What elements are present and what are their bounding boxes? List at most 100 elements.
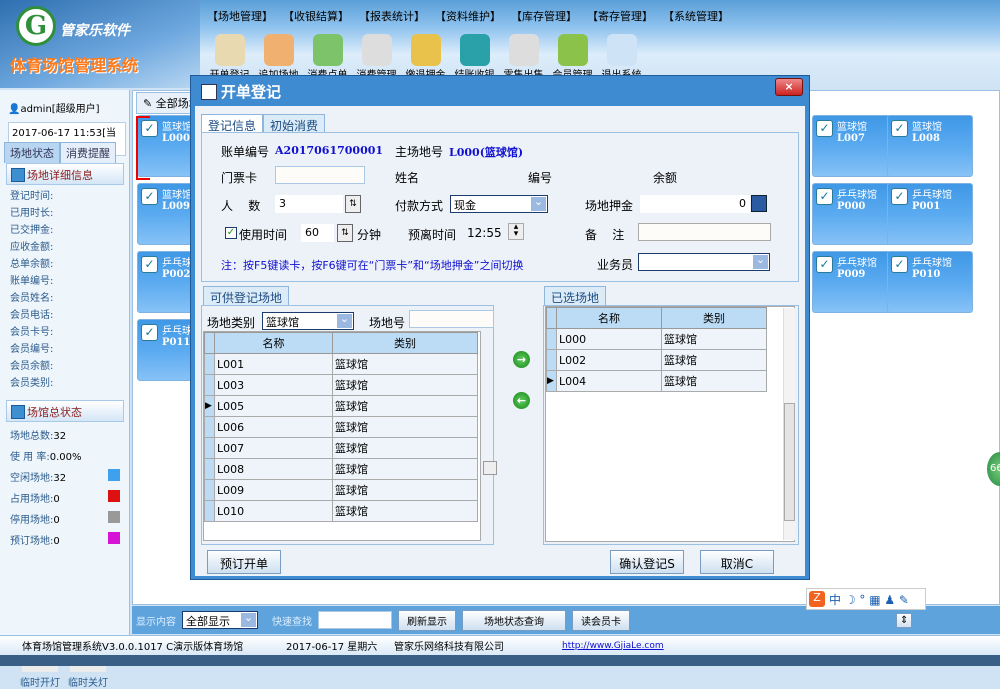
leave-time-spinner[interactable]: ▴ ▾ [508, 223, 524, 240]
column-header: 类别 [661, 307, 767, 329]
check-icon: ✓ [816, 256, 833, 273]
check-icon: ✓ [891, 256, 908, 273]
quick-search-input[interactable] [318, 611, 392, 629]
use-time-spinner[interactable]: ⇅ [337, 224, 353, 242]
toolbar-icon [557, 34, 588, 66]
website-link[interactable]: http://www.GjiaLe.com [562, 641, 664, 651]
menu-item[interactable]: 【系统管理】 [661, 8, 731, 24]
menu-item[interactable]: 【寄存管理】 [585, 8, 655, 24]
menu-item[interactable]: 【库存管理】 [509, 8, 579, 24]
toolbar-button[interactable]: 退出系统 [597, 34, 646, 81]
display-select[interactable]: 全部显示 [182, 611, 258, 629]
close-button[interactable]: × [775, 78, 803, 96]
selected-tile-marker [136, 116, 150, 180]
confirm-button[interactable]: 确认登记S [610, 550, 684, 574]
detail-field-label: 已用时长: [10, 208, 54, 219]
system-title: 体育场馆管理系统 [10, 56, 139, 75]
refresh-button[interactable]: 刷新显示 [398, 609, 456, 631]
field-tile[interactable]: ✓ 乒乓球馆 P000 [812, 183, 898, 245]
check-icon: ✓ [891, 188, 908, 205]
venue-stat: 停用场地:0 [10, 511, 120, 532]
calculator-icon[interactable] [751, 195, 767, 212]
table-row[interactable]: L000 篮球馆 [546, 328, 767, 350]
toolbar-icon [214, 34, 245, 66]
table-row[interactable]: L006 篮球馆 [204, 416, 478, 438]
field-type-select[interactable]: 篮球馆 [262, 312, 354, 330]
hotkey-note: 注：按F5键读卡，按F6键可在“门票卡”和“场地押金”之间切换 [221, 259, 524, 272]
field-tile[interactable]: ✓ 乒乓球馆 P010 [887, 251, 973, 313]
table-row[interactable]: ▶ L004 篮球馆 [546, 370, 767, 392]
detail-field-label: 已交押金: [10, 225, 54, 236]
payment-method-select[interactable]: 现金 [450, 195, 548, 213]
read-card-button[interactable]: 读会员卡 [572, 609, 630, 631]
menu-item[interactable]: 【收银结算】 [281, 8, 351, 24]
reserve-button[interactable]: 预订开单 [207, 550, 281, 574]
check-icon: ✓ [816, 188, 833, 205]
field-detail-header: 场地详细信息 [6, 163, 124, 185]
leave-time-value[interactable]: 12:55 [467, 226, 502, 240]
remark-input[interactable] [638, 223, 771, 241]
table-row[interactable]: L008 篮球馆 [204, 458, 478, 480]
people-count-input[interactable]: 3 [275, 195, 343, 213]
menu-item[interactable]: 【场地管理】 [205, 8, 275, 24]
toolbar-button[interactable]: 结账收银 [450, 34, 499, 81]
field-tile[interactable]: ✓ 篮球馆 L007 [812, 115, 898, 177]
selected-fields-grid[interactable]: 名称 类别 L000 篮球馆 L002 篮球馆 ▶ L004 篮球馆 [545, 306, 795, 542]
add-field-arrow-icon[interactable]: → [513, 351, 530, 368]
table-row[interactable]: L003 篮球馆 [204, 374, 478, 396]
venue-stat: 场地总数:32 [10, 431, 67, 442]
status-color-swatch [108, 511, 120, 523]
toolbar-button[interactable]: 追加场地 [254, 34, 303, 81]
menu-item[interactable]: 【资料维护】 [433, 8, 503, 24]
deposit-input[interactable]: 0 [640, 195, 750, 213]
toolbar-button[interactable]: 消费管理 [352, 34, 401, 81]
toolbar-icon [508, 34, 539, 66]
toolbar-button[interactable]: 零售出售 [499, 34, 548, 81]
ime-toolbar[interactable]: Z中 ☽ ° ▦ ♟ ✎ [806, 588, 926, 610]
use-time-checkbox[interactable]: ✓ [225, 227, 237, 239]
available-scrollbar[interactable] [483, 461, 497, 475]
venue-stat: 使 用 率:0.00% [10, 452, 82, 463]
ticket-card-input[interactable] [275, 166, 365, 184]
field-detail-list: 登记时间: 已用时长: 已交押金: 应收金额: 总单余额: 账单编号: 会员姓名: 会员电话:… [10, 188, 53, 392]
toolbar-button[interactable]: 消费点单 [303, 34, 352, 81]
use-time-input[interactable]: 60 [301, 224, 334, 242]
available-fields-grid[interactable]: 名称 类别 L001 篮球馆 L003 篮球馆 ▶ L005 篮球馆 L006 篮球馆 L007 篮球馆… [203, 331, 481, 541]
remove-field-arrow-icon[interactable]: ← [513, 392, 530, 409]
table-row[interactable]: ▶ L005 篮球馆 [204, 395, 478, 417]
taskbar [0, 655, 1000, 666]
scroll-spinner[interactable]: ⇕ [896, 612, 913, 628]
column-header: 名称 [556, 307, 662, 329]
dialog-title: 开单登记 [201, 81, 281, 102]
table-row[interactable]: L001 篮球馆 [204, 353, 478, 375]
tab-field-status[interactable]: 场地状态 [4, 142, 60, 163]
table-row[interactable]: L009 篮球馆 [204, 479, 478, 501]
detail-field-label: 会员编号: [10, 344, 54, 355]
logo-icon: G [16, 6, 56, 46]
table-row[interactable]: L007 篮球馆 [204, 437, 478, 459]
field-tile[interactable]: ✓ 乒乓球馆 P009 [812, 251, 898, 313]
main-toolbar: 开单登记追加场地消费点单消费管理缴退押金结账收银零售出售会员管理退出系统 [205, 34, 646, 81]
cancel-button[interactable]: 取消C [700, 550, 774, 574]
table-row[interactable]: L010 篮球馆 [204, 500, 478, 522]
field-tile[interactable]: ✓ 篮球馆 L008 [887, 115, 973, 177]
toolbar-icon [263, 34, 294, 66]
field-tile[interactable]: ✓ 乒乓球馆 P001 [887, 183, 973, 245]
bottom-bar: 显示内容 全部显示 快速查找 刷新显示 场地状态查询 读会员卡 ⇕ [132, 606, 1000, 634]
check-icon: ✓ [141, 324, 158, 341]
tab-consumption-reminder[interactable]: 消费提醒 [60, 142, 116, 163]
main-menu: 【场地管理】 【收银结算】 【报表统计】 【资料维护】 【库存管理】 【寄存管理】 【系统管… [205, 8, 731, 24]
toolbar-button[interactable]: 开单登记 [205, 34, 254, 81]
open-bill-dialog: 开单登记 × 登记信息 初始消费 账单编号 A2017061700001 主场地… [190, 75, 810, 580]
menu-item[interactable]: 【报表统计】 [357, 8, 427, 24]
toolbar-button[interactable]: 缴退押金 [401, 34, 450, 81]
main-field-number: L000(篮球馆) [449, 146, 524, 159]
toolbar-button[interactable]: 会员管理 [548, 34, 597, 81]
table-row[interactable]: L002 篮球馆 [546, 349, 767, 371]
status-query-button[interactable]: 场地状态查询 [462, 609, 566, 631]
field-number-input[interactable] [409, 310, 494, 328]
staff-select[interactable] [638, 253, 770, 271]
people-spinner[interactable]: ⇅ [345, 195, 361, 213]
toolbar-icon [606, 34, 637, 66]
selected-scrollbar[interactable] [783, 308, 795, 540]
